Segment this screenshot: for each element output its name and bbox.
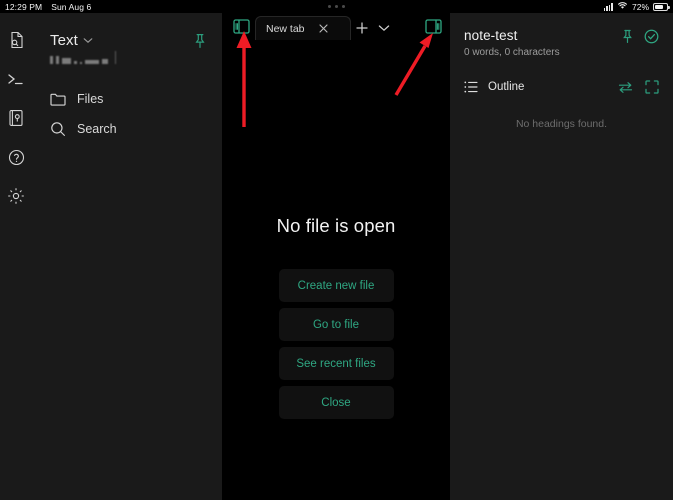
settings-gear-icon[interactable] bbox=[5, 185, 27, 207]
right-sidebar: note-test 0 words, 0 characters Outline … bbox=[450, 13, 673, 500]
sidebar-item-label: Search bbox=[77, 122, 117, 136]
pin-icon[interactable] bbox=[190, 31, 210, 51]
sidebar-item-files[interactable]: Files bbox=[42, 84, 212, 114]
note-header-actions bbox=[621, 28, 659, 44]
toggle-left-sidebar-icon[interactable] bbox=[230, 15, 252, 37]
tab-menu-button[interactable] bbox=[373, 16, 395, 40]
outline-row: Outline bbox=[464, 80, 659, 94]
note-header: note-test 0 words, 0 characters bbox=[464, 28, 659, 58]
three-dots-handle-icon bbox=[328, 5, 345, 8]
sidebar-items: Files Search bbox=[32, 84, 222, 144]
wifi-icon bbox=[617, 1, 628, 12]
tab-new-tab[interactable]: New tab bbox=[255, 16, 351, 40]
status-time: 12:29 PM bbox=[5, 1, 43, 12]
sidebar-item-search[interactable]: Search bbox=[42, 114, 212, 144]
cellular-signal-icon bbox=[603, 3, 613, 11]
pin-icon[interactable] bbox=[621, 29, 634, 44]
key-vault-icon[interactable] bbox=[5, 107, 27, 129]
tab-label: New tab bbox=[266, 22, 305, 35]
icon-rail bbox=[0, 13, 32, 500]
see-recent-files-button[interactable]: See recent files bbox=[278, 347, 394, 380]
sidebar-header: Text bbox=[32, 31, 222, 64]
status-bar: 12:29 PM Sun Aug 6 72% bbox=[0, 0, 673, 13]
left-sidebar: Text Files Search bbox=[0, 13, 222, 500]
outline-actions bbox=[618, 80, 659, 94]
redacted-text-row bbox=[50, 51, 155, 64]
status-date: Sun Aug 6 bbox=[51, 1, 92, 12]
expand-icon[interactable] bbox=[645, 80, 659, 94]
battery-percent: 72% bbox=[631, 1, 649, 12]
empty-state-actions: Create new file Go to file See recent fi… bbox=[278, 269, 394, 419]
go-to-file-button[interactable]: Go to file bbox=[278, 308, 394, 341]
create-new-file-button[interactable]: Create new file bbox=[278, 269, 394, 302]
swap-arrows-icon[interactable] bbox=[618, 81, 633, 94]
close-button[interactable]: Close bbox=[278, 386, 394, 419]
sidebar-title: Text bbox=[50, 31, 78, 49]
outline-label: Outline bbox=[488, 81, 525, 93]
note-header-left: note-test 0 words, 0 characters bbox=[464, 28, 621, 58]
status-bar-left: 12:29 PM Sun Aug 6 bbox=[5, 2, 91, 12]
tablet-screen: 12:29 PM Sun Aug 6 72% Text Files Search… bbox=[0, 0, 673, 500]
chevron-down-icon bbox=[83, 31, 93, 49]
help-circle-icon[interactable] bbox=[5, 146, 27, 168]
note-title: note-test bbox=[464, 28, 518, 43]
terminal-icon[interactable] bbox=[5, 68, 27, 90]
note-stats: 0 words, 0 characters bbox=[464, 47, 560, 58]
multitask-handle[interactable] bbox=[0, 5, 673, 8]
toggle-right-sidebar-icon[interactable] bbox=[422, 15, 444, 37]
sidebar-main: Text Files Search bbox=[32, 13, 222, 500]
new-tab-button[interactable] bbox=[351, 16, 373, 40]
outline-empty-text: No headings found. bbox=[515, 118, 608, 130]
editor-pane: New tab No file is open Create new file … bbox=[222, 13, 450, 500]
check-circle-icon[interactable] bbox=[644, 29, 659, 44]
search-icon bbox=[50, 121, 66, 137]
close-icon[interactable] bbox=[318, 24, 328, 33]
file-search-icon[interactable] bbox=[5, 29, 27, 51]
folder-icon bbox=[50, 91, 66, 107]
outline-label-group[interactable]: Outline bbox=[464, 81, 618, 93]
sidebar-header-left: Text bbox=[50, 31, 190, 64]
empty-state: No file is open Create new file Go to fi… bbox=[222, 40, 450, 500]
empty-state-title: No file is open bbox=[276, 215, 396, 236]
sidebar-title-row[interactable]: Text bbox=[50, 31, 190, 49]
tab-bar: New tab bbox=[222, 13, 450, 40]
sidebar-item-label: Files bbox=[77, 92, 104, 106]
battery-icon bbox=[653, 2, 670, 11]
status-bar-right: 72% bbox=[603, 1, 670, 12]
list-icon bbox=[464, 81, 478, 93]
